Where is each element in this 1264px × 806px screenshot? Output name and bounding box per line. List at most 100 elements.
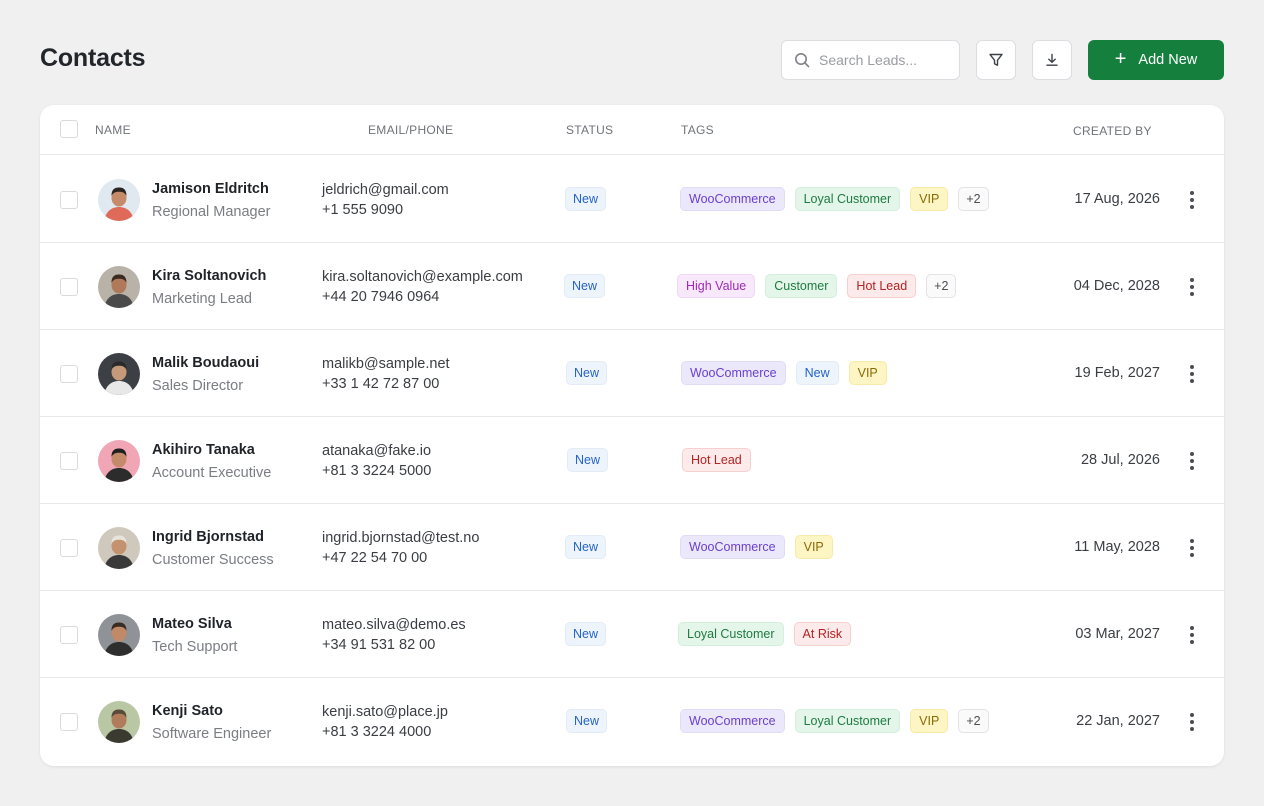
header-created-by: CREATED BY <box>1073 124 1152 138</box>
table-row: Kenji Sato Software Engineer kenji.sato@pl… <box>40 678 1224 765</box>
header-status: STATUS <box>566 123 614 137</box>
status-badge: New <box>565 622 607 646</box>
tag-badge: Loyal Customer <box>794 187 901 211</box>
tag-badge: VIP <box>794 535 833 559</box>
contact-name[interactable]: Kira Soltanovich <box>152 268 266 284</box>
row-checkbox[interactable] <box>60 452 78 470</box>
row-checkbox[interactable] <box>60 539 78 557</box>
contact-phone: +81 3 3224 4000 <box>322 724 432 740</box>
more-options-icon[interactable] <box>1183 274 1201 300</box>
tag-badge: Loyal Customer <box>794 709 901 733</box>
contact-email[interactable]: ingrid.bjornstad@test.no <box>322 530 479 546</box>
contact-name[interactable]: Kenji Sato <box>152 703 223 719</box>
tag-list: WooCommerce Loyal Customer VIP +2 <box>680 709 989 733</box>
contact-email[interactable]: kira.soltanovich@example.com <box>322 269 523 285</box>
more-tags-badge[interactable]: +2 <box>926 274 957 298</box>
contact-role: Regional Manager <box>152 204 271 220</box>
row-checkbox[interactable] <box>60 626 78 644</box>
contact-email[interactable]: malikb@sample.net <box>322 356 450 372</box>
table-row: Ingrid Bjornstad Customer Success ingrid.b… <box>40 504 1224 591</box>
contact-role: Sales Director <box>152 378 244 394</box>
contact-email[interactable]: mateo.silva@demo.es <box>322 617 466 633</box>
contact-role: Marketing Lead <box>152 291 252 307</box>
download-icon <box>1046 53 1058 66</box>
contact-name[interactable]: Mateo Silva <box>152 616 232 632</box>
tag-list: WooCommerce New VIP <box>681 361 887 385</box>
table-row: Akihiro Tanaka Account Executive atanaka@f… <box>40 417 1224 504</box>
tag-badge: Customer <box>765 274 838 298</box>
plus-icon: + <box>1114 48 1127 70</box>
table-header: NAME EMAIL/PHONE STATUS TAGS CREATED BY <box>40 105 1224 155</box>
contact-email[interactable]: atanaka@fake.io <box>322 443 431 459</box>
contact-phone: +33 1 42 72 87 00 <box>322 376 440 392</box>
status-badge: New <box>566 709 608 733</box>
tag-badge: VIP <box>910 709 949 733</box>
filter-button[interactable] <box>976 40 1016 80</box>
table-row: Mateo Silva Tech Support mateo.silva@demo.… <box>40 591 1224 678</box>
created-date: 03 Mar, 2027 <box>1075 626 1160 642</box>
header-tags: TAGS <box>681 123 714 137</box>
tag-list: Loyal Customer At Risk <box>678 622 852 646</box>
more-options-icon[interactable] <box>1183 709 1201 735</box>
created-date: 17 Aug, 2026 <box>1074 191 1160 207</box>
status-badge: New <box>564 274 606 298</box>
table-row: Jamison Eldritch Regional Manager jeldrich… <box>40 156 1224 243</box>
download-button[interactable] <box>1032 40 1072 80</box>
contact-phone: +81 3 3224 5000 <box>322 463 432 479</box>
tag-badge: WooCommerce <box>681 361 786 385</box>
row-checkbox[interactable] <box>60 278 78 296</box>
contact-role: Customer Success <box>152 552 274 568</box>
more-options-icon[interactable] <box>1183 448 1201 474</box>
tag-badge: Loyal Customer <box>678 622 784 646</box>
row-checkbox[interactable] <box>60 365 78 383</box>
contact-phone: +1 555 9090 <box>322 202 404 218</box>
more-tags-badge[interactable]: +2 <box>958 709 989 733</box>
tag-badge: Hot Lead <box>847 274 917 298</box>
status-badge: New <box>565 187 607 211</box>
avatar <box>98 353 140 395</box>
row-checkbox[interactable] <box>60 713 78 731</box>
contact-role: Account Executive <box>152 465 272 481</box>
select-all-checkbox[interactable] <box>60 120 78 138</box>
contact-name[interactable]: Malik Boudaoui <box>152 355 259 371</box>
row-checkbox[interactable] <box>60 191 78 209</box>
header-email-phone: EMAIL/PHONE <box>368 123 454 137</box>
page-title: Contacts <box>40 44 146 72</box>
avatar <box>98 179 140 221</box>
tag-badge: High Value <box>677 274 756 298</box>
contact-name[interactable]: Jamison Eldritch <box>152 181 269 197</box>
avatar <box>98 440 140 482</box>
tag-badge: Hot Lead <box>682 448 751 472</box>
tag-badge: VIP <box>910 187 949 211</box>
more-options-icon[interactable] <box>1183 187 1201 213</box>
contacts-table: NAME EMAIL/PHONE STATUS TAGS CREATED BY … <box>40 105 1224 766</box>
created-date: 22 Jan, 2027 <box>1076 713 1160 729</box>
tag-badge: New <box>795 361 839 385</box>
more-options-icon[interactable] <box>1183 535 1201 561</box>
contact-role: Tech Support <box>152 639 238 655</box>
more-options-icon[interactable] <box>1183 622 1201 648</box>
table-row: Kira Soltanovich Marketing Lead kira.solta… <box>40 243 1224 330</box>
tag-badge: WooCommerce <box>680 709 785 733</box>
contact-email[interactable]: kenji.sato@place.jp <box>322 704 448 720</box>
tag-list: High Value Customer Hot Lead +2 <box>677 274 957 298</box>
header-name: NAME <box>95 123 131 137</box>
add-new-label: Add New <box>1138 52 1198 68</box>
status-badge: New <box>565 535 607 559</box>
tag-badge: At Risk <box>793 622 852 646</box>
contact-email[interactable]: jeldrich@gmail.com <box>322 182 449 198</box>
more-options-icon[interactable] <box>1183 361 1201 387</box>
contact-phone: +47 22 54 70 00 <box>322 550 428 566</box>
avatar <box>98 527 140 569</box>
more-tags-badge[interactable]: +2 <box>958 187 989 211</box>
tag-badge: VIP <box>848 361 887 385</box>
tag-list: WooCommerce VIP <box>680 535 833 559</box>
contact-phone: +44 20 7946 0964 <box>322 289 440 305</box>
search-box[interactable] <box>781 40 960 80</box>
search-icon <box>795 53 810 68</box>
add-new-button[interactable]: + Add New <box>1088 40 1224 80</box>
tag-list: Hot Lead <box>682 448 751 472</box>
contact-name[interactable]: Akihiro Tanaka <box>152 442 255 458</box>
search-input[interactable] <box>819 52 949 68</box>
contact-name[interactable]: Ingrid Bjornstad <box>152 529 264 545</box>
